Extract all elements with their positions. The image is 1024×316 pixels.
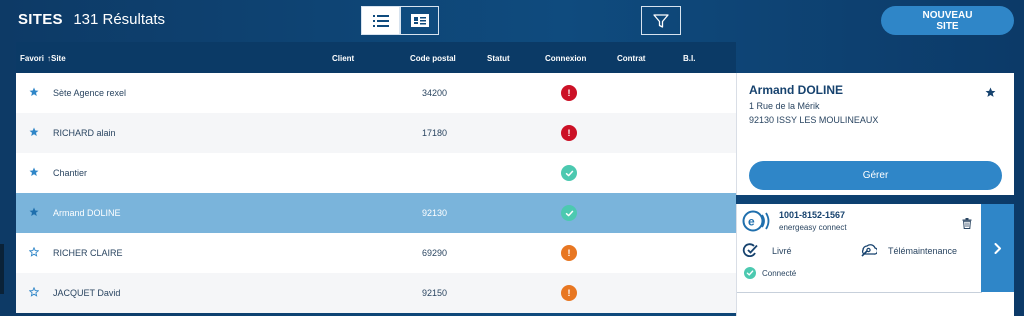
results-count: 131 Résultats (73, 11, 166, 28)
column-header-statut[interactable]: Statut (487, 54, 510, 63)
code-postal: 92130 (422, 208, 448, 218)
star-filled-icon[interactable] (29, 207, 39, 219)
column-header-contrat[interactable]: Contrat (617, 54, 645, 63)
table-row[interactable]: JACQUET David 92150 ! (16, 273, 736, 313)
code-postal: 17180 (422, 128, 448, 138)
delivered-icon (742, 243, 760, 262)
side-handle[interactable] (0, 244, 4, 294)
top-bar: SITES 131 Résultats NOUVEAU SITE (0, 0, 1024, 40)
star-filled-icon[interactable] (29, 167, 39, 179)
divider (737, 292, 982, 293)
manage-button[interactable]: Gérer (749, 161, 1002, 190)
device-telemaintenance-label: Télémaintenance (888, 246, 958, 256)
list-icon (372, 14, 389, 27)
star-outline-icon[interactable] (28, 286, 40, 299)
chevron-right-icon (994, 242, 1001, 254)
view-toggle (361, 6, 439, 35)
connexion-warning-icon: ! (561, 285, 577, 301)
card-icon (410, 14, 429, 27)
site-name: RICHARD alain (53, 128, 116, 138)
table-row[interactable]: Chantier (16, 153, 736, 193)
device-status-label: Connecté (762, 269, 797, 278)
star-filled-icon[interactable] (29, 87, 39, 99)
star-filled-icon[interactable] (29, 127, 39, 139)
table-header: Favori ↑Site Client Code postal Statut C… (16, 42, 736, 73)
site-name: Chantier (53, 168, 88, 178)
sites-table: Favori ↑Site Client Code postal Statut C… (16, 42, 736, 313)
device-type: energeasy connect (779, 223, 847, 232)
card-view-button[interactable] (400, 6, 439, 35)
list-view-button[interactable] (361, 6, 400, 35)
table-row[interactable]: Sète Agence rexel 34200 ! (16, 73, 736, 113)
star-outline-icon[interactable] (28, 246, 40, 259)
energeasy-logo-icon: e (742, 210, 772, 237)
connexion-ok-icon (561, 205, 577, 221)
code-postal: 69290 (422, 248, 448, 258)
page-title-label: SITES (18, 11, 63, 28)
site-name: RICHER CLAIRE (53, 248, 123, 258)
table-row-selected[interactable]: Armand DOLINE 92130 (16, 193, 736, 233)
telemaintenance-icon (859, 242, 879, 263)
table-row[interactable]: RICHER CLAIRE 69290 ! (16, 233, 736, 273)
connexion-error-icon: ! (561, 85, 577, 101)
table-row[interactable]: RICHARD alain 17180 ! (16, 113, 736, 153)
site-name: Sète Agence rexel (53, 88, 127, 98)
svg-text:e: e (748, 215, 755, 229)
column-header-favori[interactable]: Favori (20, 54, 44, 63)
column-header-client[interactable]: Client (332, 54, 354, 63)
device-card: e 1001-8152-1567 energeasy connect Livré… (736, 204, 981, 292)
page-title: SITES 131 Résultats (18, 11, 165, 29)
connected-check-icon (744, 267, 756, 279)
code-postal: 34200 (422, 88, 448, 98)
code-postal: 92150 (422, 288, 448, 298)
new-site-button[interactable]: NOUVEAU SITE (881, 6, 1014, 35)
detail-site-name: Armand DOLINE (749, 83, 844, 97)
column-header-connexion[interactable]: Connexion (545, 54, 586, 63)
column-header-code-postal[interactable]: Code postal (410, 54, 456, 63)
connexion-error-icon: ! (561, 125, 577, 141)
site-name: JACQUET David (53, 288, 121, 298)
device-id: 1001-8152-1567 (779, 210, 846, 220)
device-next-button[interactable] (981, 204, 1014, 292)
connexion-warning-icon: ! (561, 245, 577, 261)
site-name: Armand DOLINE (53, 208, 121, 218)
filter-button[interactable] (641, 6, 681, 35)
device-livre-label: Livré (772, 246, 792, 256)
detail-address-line1: 1 Rue de la Mérik (749, 101, 820, 111)
star-filled-icon[interactable] (985, 85, 996, 103)
filter-icon (653, 13, 669, 28)
detail-panel-footer (736, 292, 1014, 316)
connexion-ok-icon (561, 165, 577, 181)
site-detail-card: Armand DOLINE 1 Rue de la Mérik 92130 IS… (736, 73, 1014, 195)
column-header-site[interactable]: ↑Site (47, 54, 66, 63)
column-header-bi[interactable]: B.I. (683, 54, 695, 63)
trash-icon[interactable] (962, 216, 972, 234)
detail-address-line2: 92130 ISSY LES MOULINEAUX (749, 115, 879, 125)
